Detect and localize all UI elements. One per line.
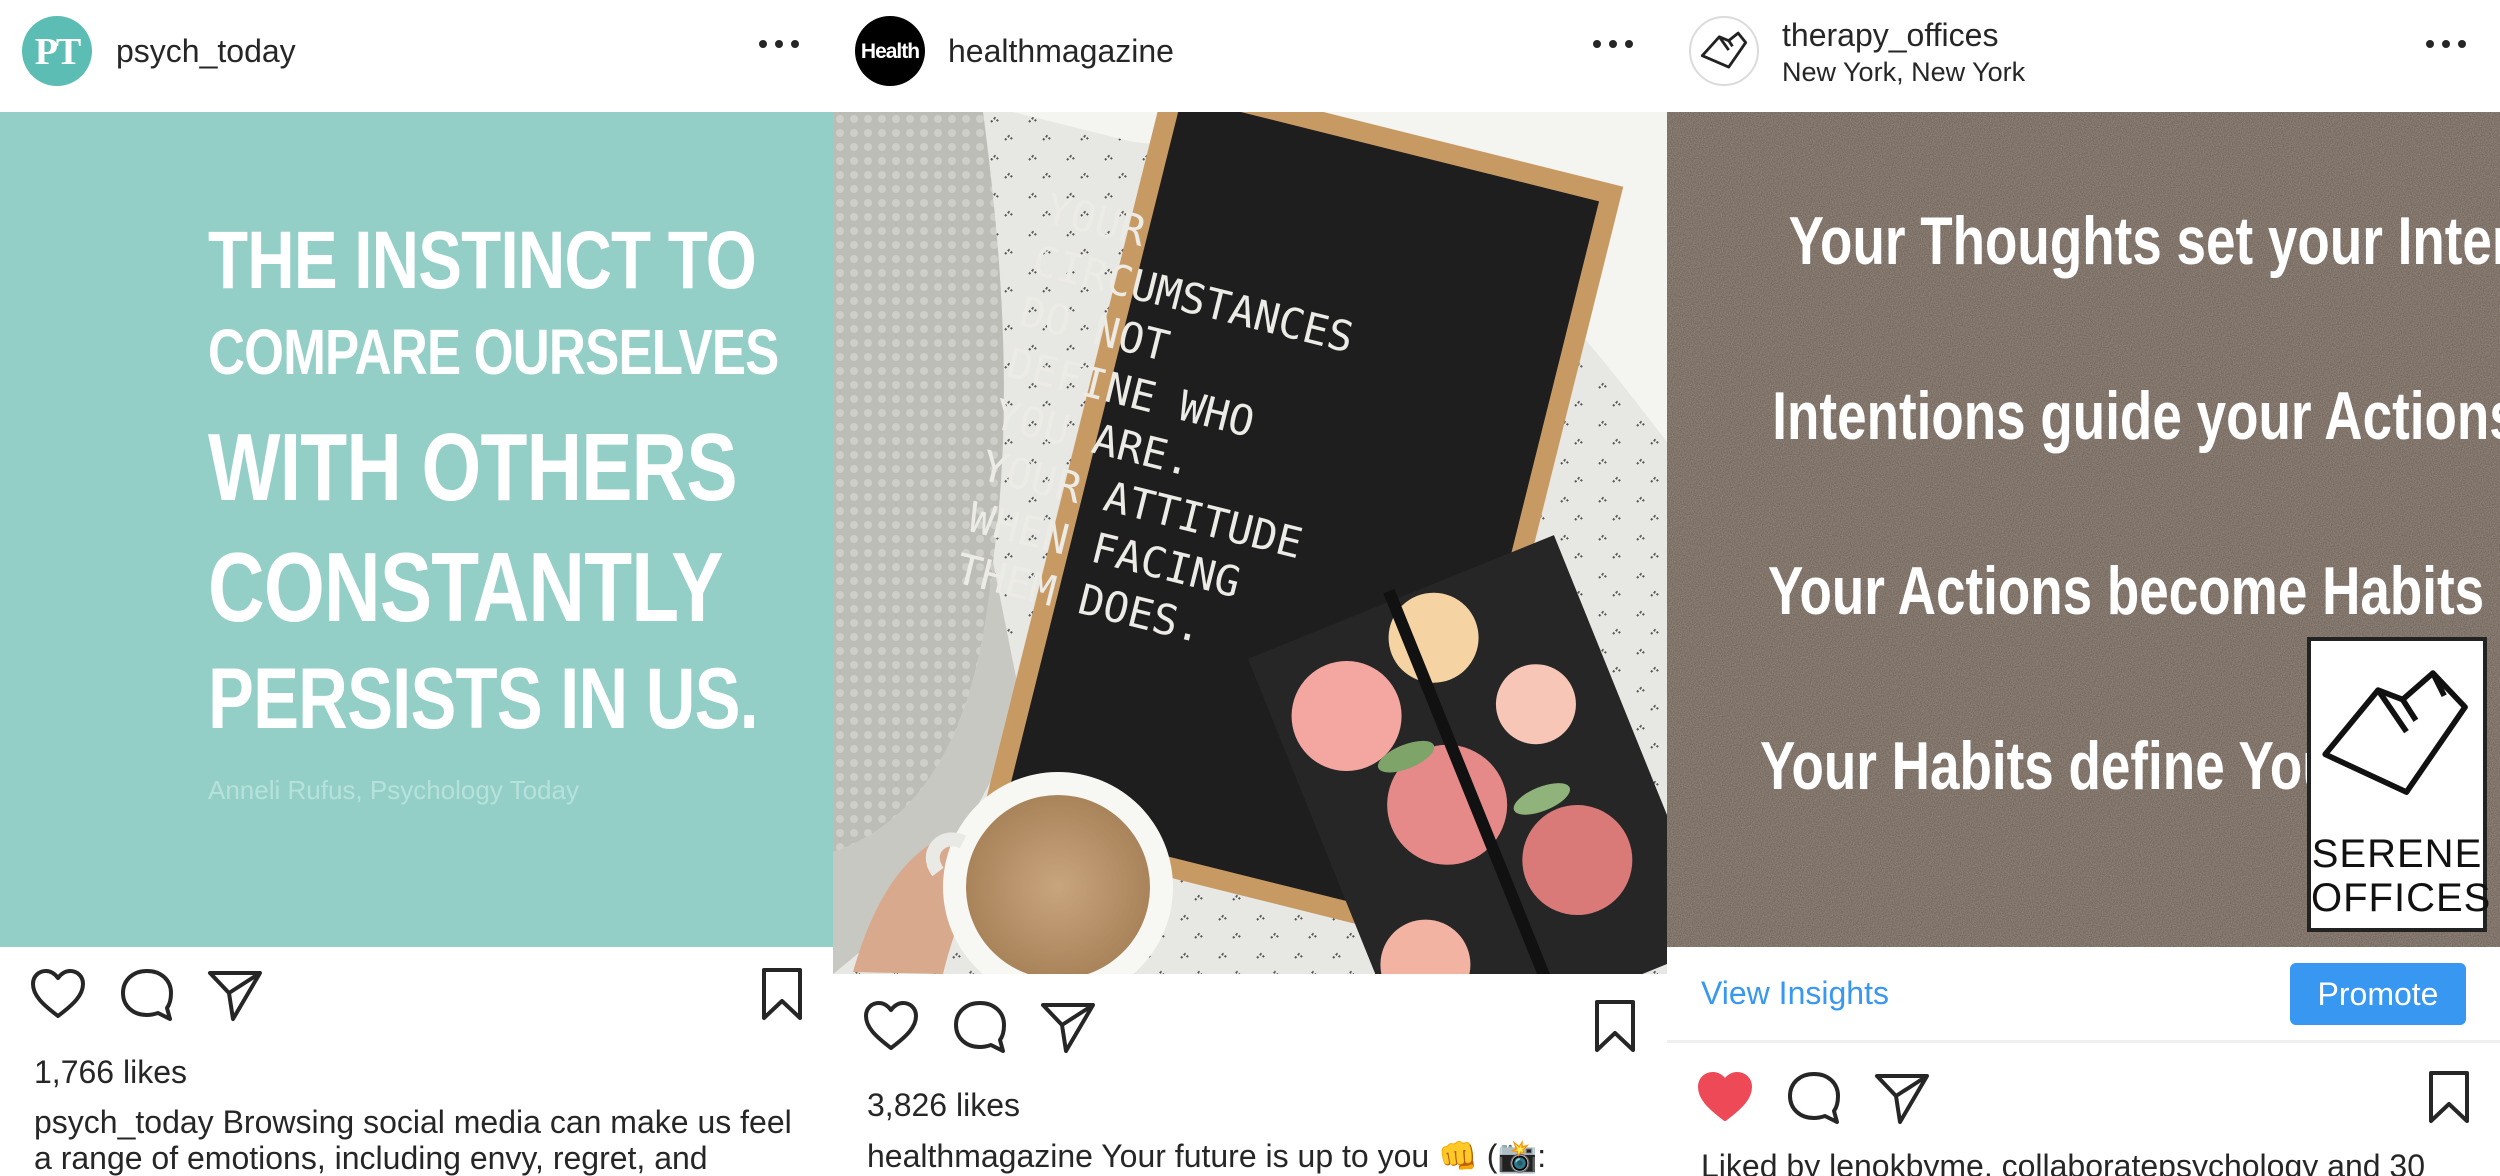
quote-line: persists in us. bbox=[208, 651, 759, 747]
bookmark-icon[interactable] bbox=[1585, 997, 1645, 1057]
serene-offices-logo: SERENE OFFICES bbox=[2307, 637, 2492, 932]
action-bar bbox=[0, 965, 833, 1055]
more-icon[interactable] bbox=[2426, 34, 2466, 54]
post-psych-today: PT psych_today The instinct to compare o… bbox=[0, 0, 833, 1176]
action-bar bbox=[833, 997, 1667, 1087]
caption-username[interactable]: psych_today bbox=[34, 1104, 214, 1140]
caption-username[interactable]: healthmagazine bbox=[867, 1138, 1093, 1174]
caption-text: Your future is up to you 👊 (📸: bbox=[1101, 1138, 1547, 1174]
avatar-initials: PT bbox=[34, 31, 82, 73]
post-image[interactable]: Your Thoughts set your Intentions Intent… bbox=[1667, 112, 2500, 947]
comment-icon[interactable] bbox=[117, 965, 177, 1025]
liked-by-suffix: and 30 bbox=[2327, 1148, 2426, 1176]
action-bar bbox=[1667, 1068, 2500, 1158]
likes-count[interactable]: 3,826 likes bbox=[867, 1087, 1020, 1124]
avatar[interactable] bbox=[1689, 16, 1759, 86]
bookmark-icon[interactable] bbox=[752, 965, 812, 1025]
post-header: PT psych_today bbox=[0, 0, 833, 112]
share-icon[interactable] bbox=[1872, 1068, 1932, 1128]
quote-line: constantly bbox=[208, 532, 724, 642]
logo-text: SERENE OFFICES bbox=[2311, 832, 2492, 920]
location[interactable]: New York, New York bbox=[1782, 57, 2025, 88]
username[interactable]: psych_today bbox=[116, 33, 296, 70]
comment-icon[interactable] bbox=[1784, 1068, 1844, 1128]
post-image[interactable]: The instinct to compare ourselves with o… bbox=[0, 112, 833, 947]
caption: healthmagazine Your future is up to you … bbox=[867, 1138, 1637, 1174]
share-icon[interactable] bbox=[205, 965, 265, 1025]
avatar[interactable]: PT bbox=[22, 16, 92, 86]
caption: psych_today Browsing social media can ma… bbox=[34, 1104, 803, 1176]
bookmark-icon[interactable] bbox=[2419, 1068, 2479, 1128]
image-line: Intentions guide your Actions bbox=[1772, 378, 2500, 454]
post-healthmagazine: Health healthmagazine YOUR CIRCUMSTANCES… bbox=[833, 0, 1667, 1176]
promote-button[interactable]: Promote bbox=[2290, 963, 2466, 1025]
quote-line: compare ourselves bbox=[208, 316, 779, 388]
likes-count[interactable]: 1,766 likes bbox=[34, 1054, 187, 1091]
quote-line: with others bbox=[208, 414, 738, 521]
image-line: Your Actions become Habits bbox=[1767, 553, 2485, 629]
quote-attribution: Anneli Rufus, Psychology Today bbox=[208, 775, 579, 805]
comment-icon[interactable] bbox=[950, 997, 1010, 1057]
quote-text: The instinct to compare ourselves with o… bbox=[208, 215, 779, 756]
heart-icon[interactable] bbox=[28, 965, 88, 1025]
username[interactable]: healthmagazine bbox=[948, 33, 1174, 70]
sofa-logo-icon bbox=[2322, 670, 2468, 795]
liked-by[interactable]: Liked by lenokbyme, collaboratepsycholog… bbox=[1701, 1148, 2425, 1176]
avatar-logo-text: Health bbox=[860, 40, 920, 63]
avatar[interactable]: Health bbox=[855, 16, 925, 86]
view-insights-link[interactable]: View Insights bbox=[1701, 975, 1889, 1012]
heart-icon[interactable] bbox=[861, 997, 921, 1057]
more-icon[interactable] bbox=[1593, 34, 1633, 54]
heart-icon[interactable] bbox=[1695, 1068, 1755, 1128]
sofa-logo-icon bbox=[1700, 31, 1748, 69]
post-therapy-offices: therapy_offices New York, New York Your … bbox=[1667, 0, 2500, 1176]
liked-by-users[interactable]: lenokbyme, collaboratepsychology bbox=[1829, 1148, 2318, 1176]
post-header: therapy_offices New York, New York bbox=[1667, 0, 2500, 112]
post-image[interactable]: YOUR CIRCUMSTANCES DO NOT DEFINE WHO YOU… bbox=[833, 112, 1667, 974]
image-line: Your Thoughts set your Intentions bbox=[1788, 203, 2500, 279]
username[interactable]: therapy_offices bbox=[1782, 17, 1998, 54]
quote-line: The instinct to bbox=[208, 215, 757, 306]
insights-bar: View Insights Promote bbox=[1667, 947, 2500, 1043]
share-icon[interactable] bbox=[1038, 997, 1098, 1057]
post-header: Health healthmagazine bbox=[833, 0, 1667, 112]
liked-by-prefix: Liked by bbox=[1701, 1148, 1821, 1176]
more-icon[interactable] bbox=[759, 34, 799, 54]
